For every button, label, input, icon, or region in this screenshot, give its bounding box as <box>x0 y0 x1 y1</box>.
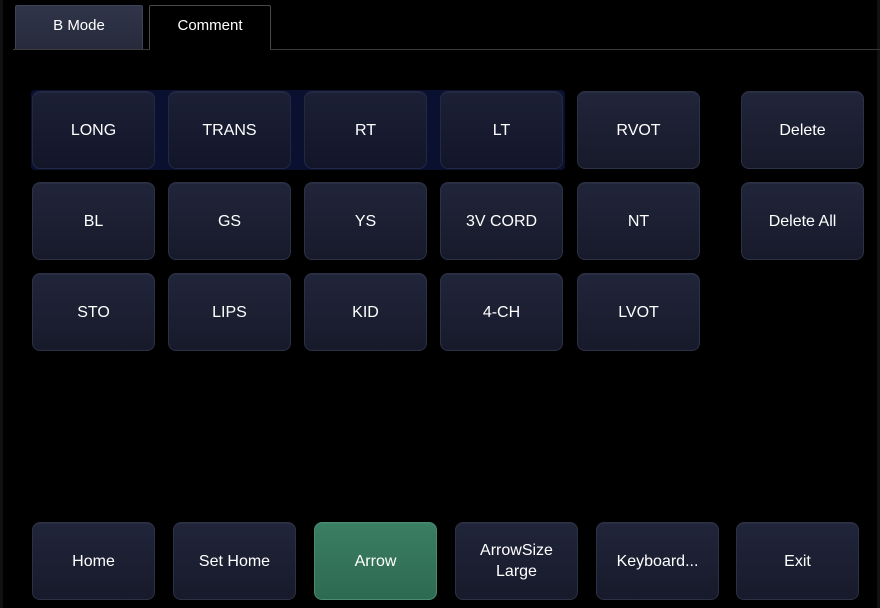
comment-nt-button[interactable]: NT <box>577 182 700 260</box>
comment-lt-button[interactable]: LT <box>440 91 563 169</box>
arrow-button[interactable]: Arrow <box>314 522 437 600</box>
comment-screen: B Mode Comment LONG TRANS RT LT RVOT BL … <box>0 0 880 608</box>
comment-ys-button[interactable]: YS <box>304 182 427 260</box>
comment-long-button[interactable]: LONG <box>32 91 155 169</box>
set-home-button[interactable]: Set Home <box>173 522 296 600</box>
delete-all-button[interactable]: Delete All <box>741 182 864 260</box>
comment-kid-button[interactable]: KID <box>304 273 427 351</box>
comment-gs-button[interactable]: GS <box>168 182 291 260</box>
exit-button[interactable]: Exit <box>736 522 859 600</box>
home-button[interactable]: Home <box>32 522 155 600</box>
comment-sto-button[interactable]: STO <box>32 273 155 351</box>
tab-comment[interactable]: Comment <box>149 5 271 50</box>
comment-rt-button[interactable]: RT <box>304 91 427 169</box>
comment-4-ch-button[interactable]: 4-CH <box>440 273 563 351</box>
delete-button[interactable]: Delete <box>741 91 864 169</box>
comment-lips-button[interactable]: LIPS <box>168 273 291 351</box>
comment-bl-button[interactable]: BL <box>32 182 155 260</box>
keyboard-button[interactable]: Keyboard... <box>596 522 719 600</box>
comment-lvot-button[interactable]: LVOT <box>577 273 700 351</box>
tab-bar: B Mode Comment <box>3 0 880 52</box>
comment-3v-cord-button[interactable]: 3V CORD <box>440 182 563 260</box>
tab-b-mode[interactable]: B Mode <box>15 5 143 49</box>
comment-trans-button[interactable]: TRANS <box>168 91 291 169</box>
tab-divider <box>13 49 880 50</box>
arrow-size-button[interactable]: ArrowSize Large <box>455 522 578 600</box>
comment-rvot-button[interactable]: RVOT <box>577 91 700 169</box>
